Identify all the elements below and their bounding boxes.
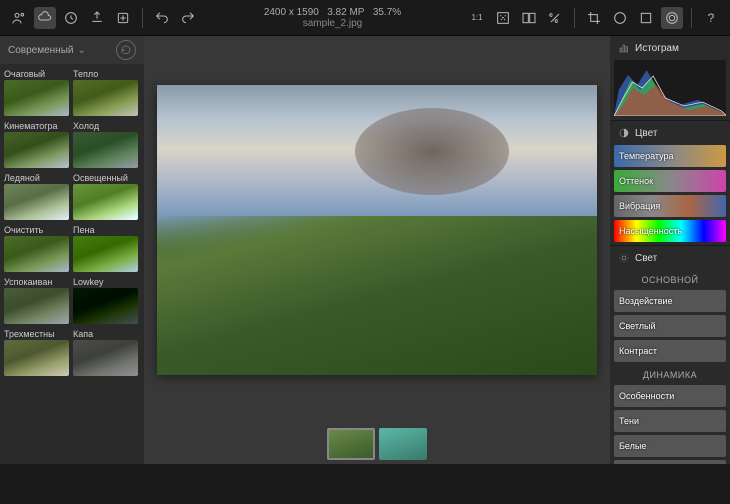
brightness-slider[interactable]: Светлый xyxy=(614,315,726,337)
saturation-slider[interactable]: Насыщенность xyxy=(614,220,726,242)
exposure-slider[interactable]: Воздействие xyxy=(614,290,726,312)
export-icon[interactable] xyxy=(86,7,108,29)
history-icon[interactable] xyxy=(60,7,82,29)
separator xyxy=(691,8,692,28)
help-icon[interactable]: ? xyxy=(700,7,722,29)
separator xyxy=(574,8,575,28)
preset-item[interactable]: Lowkey xyxy=(73,276,138,324)
preset-thumb xyxy=(4,340,69,376)
preset-thumb xyxy=(73,80,138,116)
preset-item[interactable]: Успокаиван xyxy=(4,276,69,324)
preset-thumb xyxy=(73,132,138,168)
preset-thumb xyxy=(73,236,138,272)
group-dynamics-label: ДИНАМИКА xyxy=(610,365,730,385)
preset-thumb xyxy=(4,132,69,168)
preset-label: Очистить xyxy=(4,224,69,236)
fit-icon[interactable]: 1:1 xyxy=(466,7,488,29)
blacks-slider[interactable]: Черные xyxy=(614,460,726,464)
presets-panel: Современный⌄ Очаговый Тепло Кинематогра Хол… xyxy=(0,36,144,464)
preset-label: Капа xyxy=(73,328,138,340)
whites-slider[interactable]: Белые xyxy=(614,435,726,457)
color-section-header[interactable]: Цвет xyxy=(610,121,730,145)
preset-item[interactable]: Ледяной xyxy=(4,172,69,220)
preset-thumb xyxy=(4,288,69,324)
preset-reset-icon[interactable] xyxy=(116,40,136,60)
preset-category-selector[interactable]: Современный⌄ xyxy=(0,36,144,64)
preset-thumb xyxy=(73,340,138,376)
group-main-label: ОСНОВНОЙ xyxy=(610,270,730,290)
undo-icon[interactable] xyxy=(151,7,173,29)
preset-thumb xyxy=(4,236,69,272)
bottom-bar xyxy=(0,464,730,504)
preset-thumb xyxy=(73,288,138,324)
highlights-slider[interactable]: Особенности xyxy=(614,385,726,407)
preset-item[interactable]: Капа xyxy=(73,328,138,376)
cloud-icon[interactable] xyxy=(34,7,56,29)
preset-item[interactable]: Кинематогра xyxy=(4,120,69,168)
tint-slider[interactable]: Оттенок xyxy=(614,170,726,192)
preset-item[interactable]: Освещенный xyxy=(73,172,138,220)
preset-label: Ледяной xyxy=(4,172,69,184)
filmstrip-thumb[interactable] xyxy=(379,428,427,460)
preset-item[interactable]: Холод xyxy=(73,120,138,168)
light-section-header[interactable]: Свет xyxy=(610,246,730,270)
separator xyxy=(142,8,143,28)
vibrance-slider[interactable]: Вибрация xyxy=(614,195,726,217)
contrast-slider[interactable]: Контраст xyxy=(614,340,726,362)
preset-label: Холод xyxy=(73,120,138,132)
preset-thumb xyxy=(73,184,138,220)
preset-item[interactable]: Пена xyxy=(73,224,138,272)
preset-item[interactable]: Тепло xyxy=(73,68,138,116)
preset-item[interactable]: Очистить xyxy=(4,224,69,272)
compare-icon[interactable] xyxy=(518,7,540,29)
preset-thumb xyxy=(4,184,69,220)
preset-item[interactable]: Очаговый xyxy=(4,68,69,116)
adjustments-panel: Истограм Цвет Температура Оттенок Вибрац… xyxy=(610,36,730,464)
preset-item[interactable]: Трехместны xyxy=(4,328,69,376)
preset-label: Кинематогра xyxy=(4,120,69,132)
expand-icon[interactable] xyxy=(492,7,514,29)
percent-icon[interactable] xyxy=(544,7,566,29)
image-info: 2400 x 1590 3.82 MP 35.7% sample_2.jpg xyxy=(203,7,462,29)
preset-label: Трехместны xyxy=(4,328,69,340)
topbar: 2400 x 1590 3.82 MP 35.7% sample_2.jpg 1… xyxy=(0,0,730,36)
histogram xyxy=(614,60,726,116)
filmstrip xyxy=(327,428,427,460)
preset-label: Успокаиван xyxy=(4,276,69,288)
square-icon[interactable] xyxy=(635,7,657,29)
circle-icon[interactable] xyxy=(609,7,631,29)
main-area: Современный⌄ Очаговый Тепло Кинематогра Хол… xyxy=(0,36,730,464)
shadows-slider[interactable]: Тени xyxy=(614,410,726,432)
filmstrip-thumb[interactable] xyxy=(327,428,375,460)
histogram-header[interactable]: Истограм xyxy=(610,36,730,60)
preset-label: Тепло xyxy=(73,68,138,80)
crop-icon[interactable] xyxy=(583,7,605,29)
preset-label: Lowkey xyxy=(73,276,138,288)
preset-label: Очаговый xyxy=(4,68,69,80)
preset-label: Освещенный xyxy=(73,172,138,184)
lens-icon[interactable] xyxy=(661,7,683,29)
share-icon[interactable] xyxy=(112,7,134,29)
preset-thumb xyxy=(4,80,69,116)
main-image xyxy=(157,85,597,375)
preset-label: Пена xyxy=(73,224,138,236)
temperature-slider[interactable]: Температура xyxy=(614,145,726,167)
redo-icon[interactable] xyxy=(177,7,199,29)
canvas-area[interactable] xyxy=(144,36,610,464)
preset-grid: Очаговый Тепло Кинематогра Холод Ледяной Осве… xyxy=(0,64,144,384)
users-icon[interactable] xyxy=(8,7,30,29)
